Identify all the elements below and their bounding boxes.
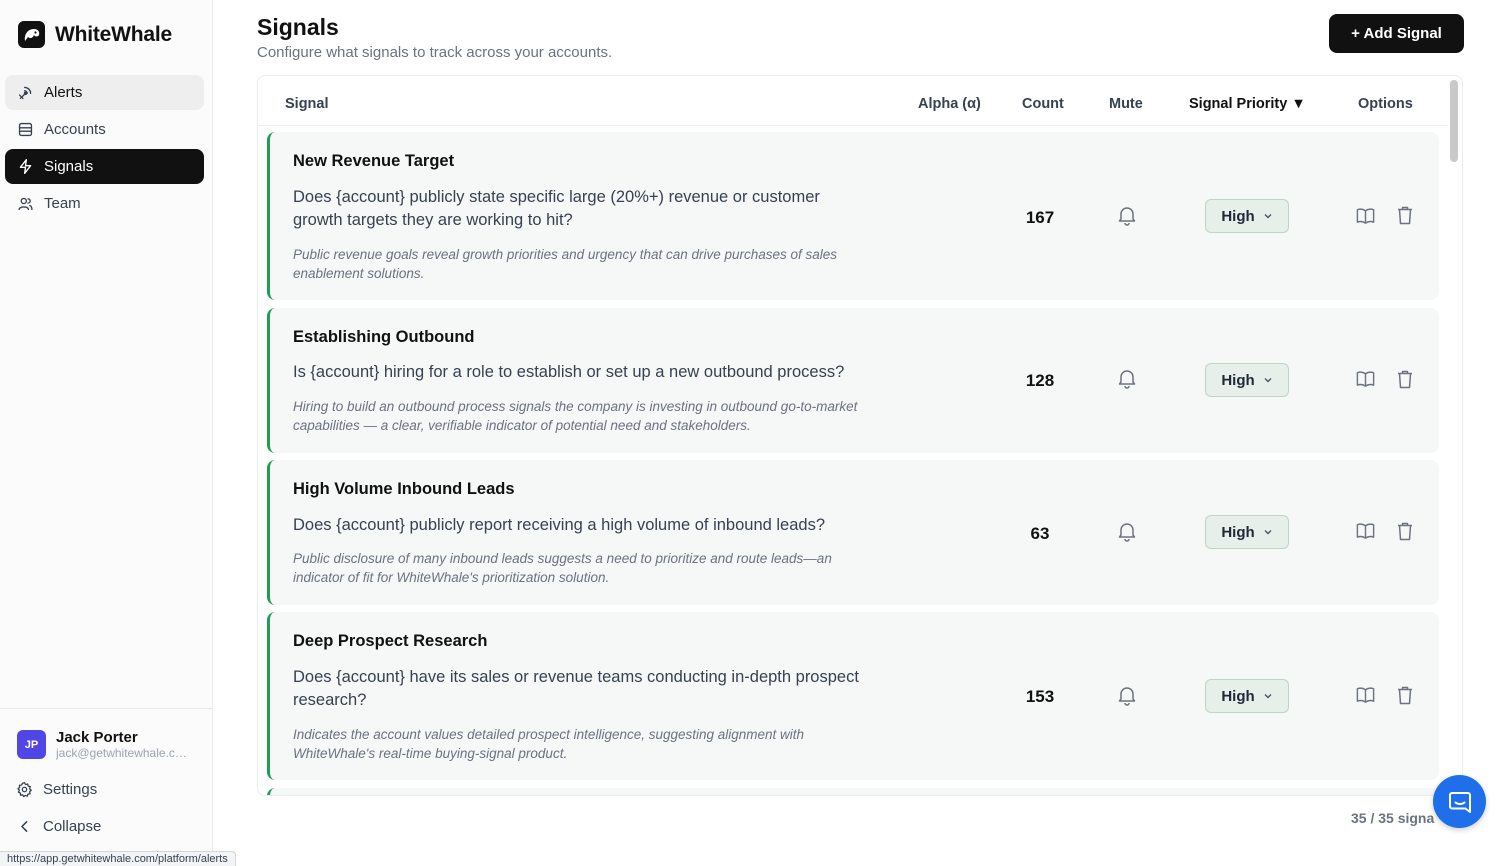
nav-item-accounts[interactable]: Accounts <box>5 112 204 147</box>
signal-title: Deep Prospect Research <box>293 632 488 650</box>
add-signal-button[interactable]: + Add Signal <box>1329 14 1464 53</box>
header-signal[interactable]: Signal <box>285 96 329 112</box>
book-icon[interactable] <box>1355 205 1376 226</box>
table-row[interactable]: Deep Prospect Research Does {account} ha… <box>267 612 1439 780</box>
signal-count: 63 <box>1030 524 1050 543</box>
chat-icon <box>1448 791 1471 813</box>
chevron-down-icon <box>1264 214 1272 219</box>
nav-item-team[interactable]: Team <box>5 186 204 221</box>
bell-icon[interactable] <box>1116 520 1138 542</box>
signal-question: Does {account} publicly report receiving… <box>293 516 826 534</box>
table-scrollbar[interactable] <box>1450 80 1458 162</box>
chevron-left-icon <box>21 821 28 832</box>
signals-table: Signal Alpha (α) Count Mute Signal Prior… <box>257 75 1463 796</box>
nav-label-alerts: Alerts <box>44 84 83 101</box>
signal-count: 128 <box>1025 371 1055 390</box>
sidebar: WhiteWhale Alerts Accounts Signals Team <box>0 0 213 866</box>
nav-item-alerts[interactable]: Alerts <box>5 75 204 110</box>
book-icon[interactable] <box>1355 684 1376 705</box>
signal-count: 167 <box>1025 208 1055 227</box>
header-options: Options <box>1358 96 1413 112</box>
signal-count: 153 <box>1025 687 1055 706</box>
collapse-label: Collapse <box>43 818 102 835</box>
header-alpha[interactable]: Alpha (α) <box>918 96 981 112</box>
settings-link[interactable]: Settings <box>16 781 97 798</box>
priority-select[interactable]: High <box>1205 515 1289 549</box>
trash-icon[interactable] <box>1396 369 1414 389</box>
collapse-button[interactable]: Collapse <box>16 818 101 835</box>
signal-note: Public revenue goals reveal growth prior… <box>293 247 838 281</box>
gear-icon <box>17 782 32 798</box>
signal-question: Is {account} hiring for a role to establ… <box>293 363 845 381</box>
link-status-bar: https://app.getwhitewhale.com/platform/a… <box>0 851 236 866</box>
nav-label-signals: Signals <box>44 158 94 175</box>
trash-icon[interactable] <box>1396 205 1414 225</box>
brand[interactable]: WhiteWhale <box>18 21 172 48</box>
chevron-down-icon <box>1264 378 1272 383</box>
table-row[interactable] <box>267 788 1439 795</box>
signal-count-summary: 35 / 35 signa <box>1351 810 1435 826</box>
page-subtitle: Configure what signals to track across y… <box>257 44 613 61</box>
team-icon <box>18 197 33 211</box>
whitewhale-logo-icon <box>18 21 45 48</box>
accounts-icon <box>18 122 33 137</box>
main-nav: Alerts Accounts Signals Team <box>5 75 204 223</box>
nav-label-team: Team <box>44 195 81 212</box>
user-profile[interactable]: JP Jack Porter jack@getwhitewhale.com <box>17 729 191 760</box>
priority-select[interactable]: High <box>1205 199 1289 233</box>
header-count[interactable]: Count <box>1022 96 1064 112</box>
trash-icon[interactable] <box>1396 521 1414 541</box>
signals-icon <box>19 159 32 174</box>
priority-select[interactable]: High <box>1205 363 1289 397</box>
header-signal-priority[interactable]: Signal Priority ▼ <box>1189 96 1306 112</box>
nav-label-accounts: Accounts <box>44 121 106 138</box>
brand-name: WhiteWhale <box>55 22 172 46</box>
table-row[interactable]: Establishing Outbound Is {account} hirin… <box>267 308 1439 453</box>
bell-icon[interactable] <box>1116 204 1138 226</box>
table-header: Signal Alpha (α) Count Mute Signal Prior… <box>258 76 1448 126</box>
avatar: JP <box>17 730 46 759</box>
signal-note: Hiring to build an outbound process sign… <box>293 399 858 433</box>
priority-value: High <box>1221 207 1255 225</box>
priority-value: High <box>1221 523 1255 541</box>
page-title: Signals <box>257 14 339 40</box>
sidebar-divider <box>0 708 212 709</box>
chevron-down-icon <box>1264 694 1272 699</box>
signal-question: Does {account} have its sales or revenue… <box>293 668 859 709</box>
priority-value: High <box>1221 687 1255 705</box>
book-icon[interactable] <box>1355 520 1376 541</box>
chevron-down-icon <box>1264 530 1272 535</box>
alert-icon <box>18 86 32 100</box>
signal-title: New Revenue Target <box>293 152 455 170</box>
user-email: jack@getwhitewhale.com <box>56 746 191 760</box>
table-row[interactable]: High Volume Inbound Leads Does {account}… <box>267 460 1439 605</box>
chat-launcher-button[interactable] <box>1433 775 1486 828</box>
signal-note: Indicates the account values detailed pr… <box>293 727 805 761</box>
signal-title: High Volume Inbound Leads <box>293 480 515 498</box>
bell-icon[interactable] <box>1116 367 1138 389</box>
trash-icon[interactable] <box>1396 685 1414 705</box>
book-icon[interactable] <box>1355 368 1376 389</box>
signal-note: Public disclosure of many inbound leads … <box>293 551 832 585</box>
settings-label: Settings <box>43 781 98 798</box>
priority-select[interactable]: High <box>1205 679 1289 713</box>
signal-question: Does {account} publicly state specific l… <box>293 188 820 229</box>
nav-item-signals[interactable]: Signals <box>5 149 204 184</box>
user-name: Jack Porter <box>56 729 138 746</box>
header-mute[interactable]: Mute <box>1109 96 1143 112</box>
table-row[interactable]: New Revenue Target Does {account} public… <box>267 132 1439 300</box>
priority-value: High <box>1221 371 1255 389</box>
bell-icon[interactable] <box>1116 684 1138 706</box>
signal-title: Establishing Outbound <box>293 328 475 346</box>
